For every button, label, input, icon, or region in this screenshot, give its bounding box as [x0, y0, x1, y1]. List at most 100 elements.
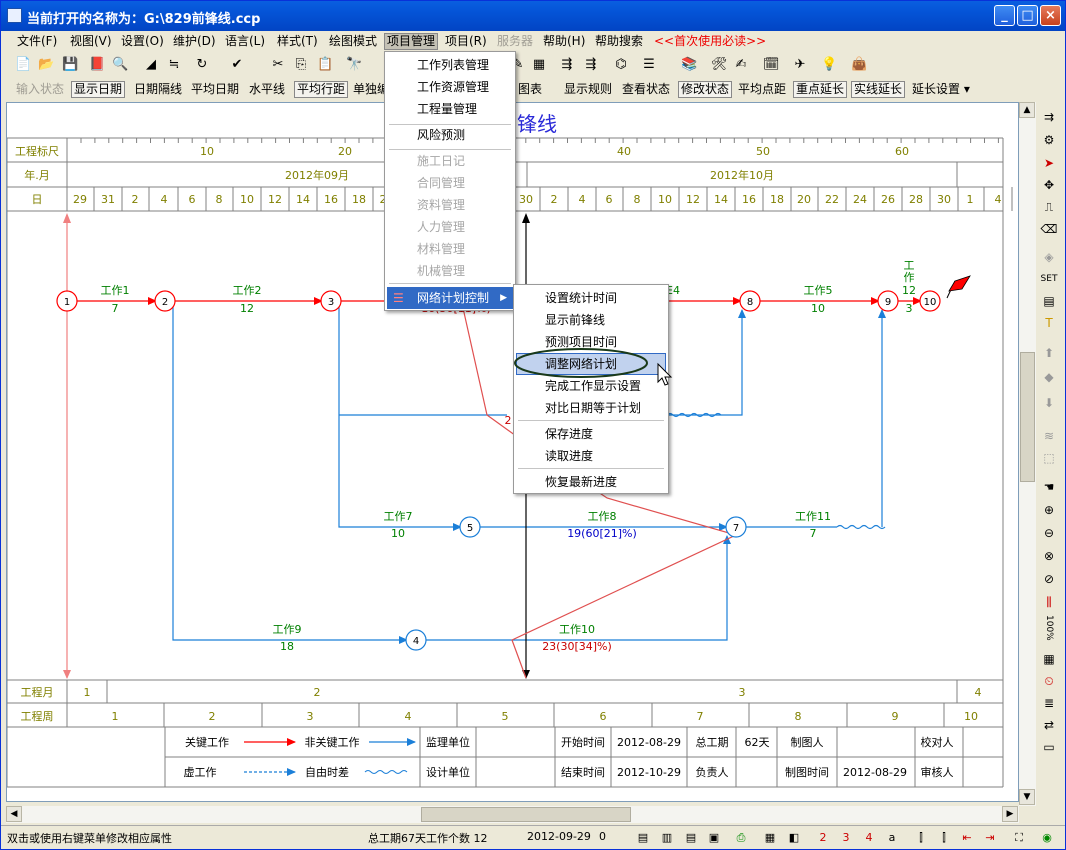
calc-icon[interactable]: ▦ — [531, 57, 547, 73]
ruler-icon[interactable]: ⫼ — [1040, 593, 1058, 611]
layer-icon[interactable]: ◆ — [1040, 368, 1058, 386]
network-submenu-item-7[interactable]: 保存进度 — [516, 423, 666, 445]
find-icon[interactable]: 🔭 — [346, 57, 362, 73]
network-submenu-item-4[interactable]: 完成工作显示设置 — [516, 375, 666, 397]
layer-up-icon[interactable]: ⬆ — [1040, 344, 1058, 362]
level-3-icon[interactable]: 3 — [836, 828, 856, 848]
menu-item-4[interactable]: 语言(L) — [223, 33, 267, 50]
triangle-tool-icon[interactable]: ◢ — [143, 57, 159, 73]
toolbar-button-0[interactable]: 输入状态 — [14, 81, 66, 98]
print-preview-icon[interactable]: 🔍 — [112, 57, 128, 73]
network-submenu-item-2[interactable]: 预测项目时间 — [516, 331, 666, 353]
toolbar-button-9[interactable]: 查看状态 — [620, 81, 672, 98]
toolbar-button-13[interactable]: 实线延长 — [851, 81, 906, 98]
menu-item-1[interactable]: 视图(V) — [68, 33, 114, 50]
close-button[interactable]: × — [1040, 5, 1061, 26]
view-split-icon[interactable]: ▥ — [657, 828, 677, 848]
unlink-icon[interactable]: ⇶ — [583, 57, 599, 73]
new-file-icon[interactable]: 📄 — [15, 57, 31, 73]
copy-icon[interactable]: ⎘ — [293, 57, 309, 73]
toolbar-button-1[interactable]: 显示日期 — [71, 81, 126, 98]
calendar-icon[interactable]: 🗓 — [763, 57, 780, 73]
vertical-scrollbar[interactable]: ▲ ▼ — [1019, 102, 1036, 806]
toolbar-button-11[interactable]: 平均点距 — [736, 81, 788, 98]
stack-icon[interactable]: ≋ — [1040, 427, 1058, 445]
menu-item-6[interactable]: 绘图模式 — [327, 33, 379, 50]
level-2-icon[interactable]: 2 — [813, 828, 833, 848]
menu-item-10[interactable]: 帮助(H) — [541, 33, 587, 50]
menu-item-7[interactable]: 项目管理 — [384, 33, 439, 50]
toolbar-button-3[interactable]: 平均日期 — [189, 81, 241, 98]
open-folder-icon[interactable]: 📂 — [38, 57, 54, 73]
add-work-icon[interactable]: ⇉ — [1040, 108, 1058, 126]
grid-icon[interactable]: ▦ — [1040, 650, 1058, 668]
menu-item-11[interactable]: 帮助搜索 — [593, 33, 645, 50]
project-menu-item-0[interactable]: 工作列表管理 — [387, 54, 513, 76]
project-menu-item-4[interactable]: 风险预测 — [387, 124, 513, 146]
swap-icon[interactable]: ⇄ — [1040, 716, 1058, 734]
network-submenu-item-3[interactable]: 调整网络计划 — [516, 353, 666, 375]
scroll-down-icon[interactable]: ▼ — [1019, 789, 1035, 805]
save-icon[interactable]: 💾 — [62, 57, 78, 73]
view-tree-icon[interactable]: ▣ — [704, 828, 724, 848]
scroll-left-icon[interactable]: ◀ — [6, 806, 22, 822]
project-menu-item-1[interactable]: 工作资源管理 — [387, 76, 513, 98]
toolbar-button-2[interactable]: 日期隔线 — [132, 81, 184, 98]
view-list-icon[interactable]: ▤ — [681, 828, 701, 848]
menu-item-3[interactable]: 维护(D) — [171, 33, 218, 50]
set-icon[interactable]: SET — [1040, 270, 1058, 288]
zoom-window-icon[interactable]: ⊘ — [1040, 570, 1058, 588]
menu-item-2[interactable]: 设置(O) — [119, 33, 166, 50]
node-tool-icon[interactable]: ⚙ — [1040, 131, 1058, 149]
horizontal-scrollbar[interactable]: ◀ ▶ — [6, 806, 1019, 823]
paste-icon[interactable]: 📋 — [317, 57, 333, 73]
menu-item-0[interactable]: 文件(F) — [15, 33, 59, 50]
menu-item-5[interactable]: 样式(T) — [275, 33, 320, 50]
toolbar-button-12[interactable]: 重点延长 — [793, 81, 848, 98]
scroll-up-icon[interactable]: ▲ — [1019, 102, 1035, 118]
align-left-icon[interactable]: ⫿ — [911, 828, 931, 848]
align-right-icon[interactable]: ⫿ — [934, 828, 954, 848]
view-gantt-icon[interactable]: ▤ — [633, 828, 653, 848]
cut-icon[interactable]: ✂ — [270, 57, 286, 73]
menu-item-8[interactable]: 项目(R) — [443, 33, 489, 50]
network-submenu-item-1[interactable]: 显示前锋线 — [516, 309, 666, 331]
link-tool-icon[interactable]: ⎍ — [1040, 198, 1058, 216]
title-bar[interactable]: 当前打开的名称为：G:\829前锋线.ccp _ □ × — [1, 1, 1065, 31]
window-icon[interactable]: ▭ — [1040, 738, 1058, 756]
clock-icon[interactable]: ⏲ — [1040, 672, 1058, 690]
table-icon[interactable]: ▤ — [1040, 292, 1058, 310]
align-icon[interactable]: ≒ — [166, 57, 182, 73]
zoom-out-icon[interactable]: ⊖ — [1040, 524, 1058, 542]
maximize-button[interactable]: □ — [1017, 5, 1038, 26]
refresh-icon[interactable]: ↻ — [194, 57, 210, 73]
network-icon[interactable]: ⌬ — [613, 57, 629, 73]
list-icon[interactable]: ≣ — [1040, 694, 1058, 712]
toolbar-button-10[interactable]: 修改状态 — [678, 81, 733, 98]
tools-icon[interactable]: 🛠 — [711, 57, 728, 73]
books-icon[interactable]: 📚 — [681, 57, 697, 73]
export-icon[interactable]: 📕 — [89, 57, 105, 73]
toolbar-button-8[interactable]: 显示规则 — [562, 81, 614, 98]
link-icon[interactable]: ⇶ — [559, 57, 575, 73]
toolbar-button-4[interactable]: 水平线 — [247, 81, 287, 98]
zoom-100-icon[interactable]: 100% — [1040, 615, 1058, 641]
toolbar-button-7[interactable]: 图表 — [516, 81, 544, 98]
frame-icon[interactable]: ⬚ — [1040, 449, 1058, 467]
lightbulb-icon[interactable]: 💡 — [821, 57, 837, 73]
project-menu-item-2[interactable]: 工程量管理 — [387, 98, 513, 120]
network-submenu-item-8[interactable]: 读取进度 — [516, 445, 666, 467]
toolbar-button-5[interactable]: 平均行距 — [294, 81, 349, 98]
printer-icon[interactable]: ⎙ — [731, 828, 751, 848]
font-icon[interactable]: a — [882, 828, 902, 848]
layer-down-icon[interactable]: ⬇ — [1040, 394, 1058, 412]
network-submenu-item-0[interactable]: 设置统计时间 — [516, 287, 666, 309]
select-arrow-icon[interactable]: ➤ — [1040, 154, 1058, 172]
scroll-right-icon[interactable]: ▶ — [1002, 806, 1018, 822]
plane-icon[interactable]: ✈ — [792, 57, 808, 73]
level-4-icon[interactable]: 4 — [859, 828, 879, 848]
move-icon[interactable]: ✥ — [1040, 176, 1058, 194]
check-icon[interactable]: ✔ — [229, 57, 245, 73]
eraser-icon[interactable]: ⌫ — [1040, 220, 1058, 238]
gantt-icon[interactable]: ☰ — [641, 57, 657, 73]
